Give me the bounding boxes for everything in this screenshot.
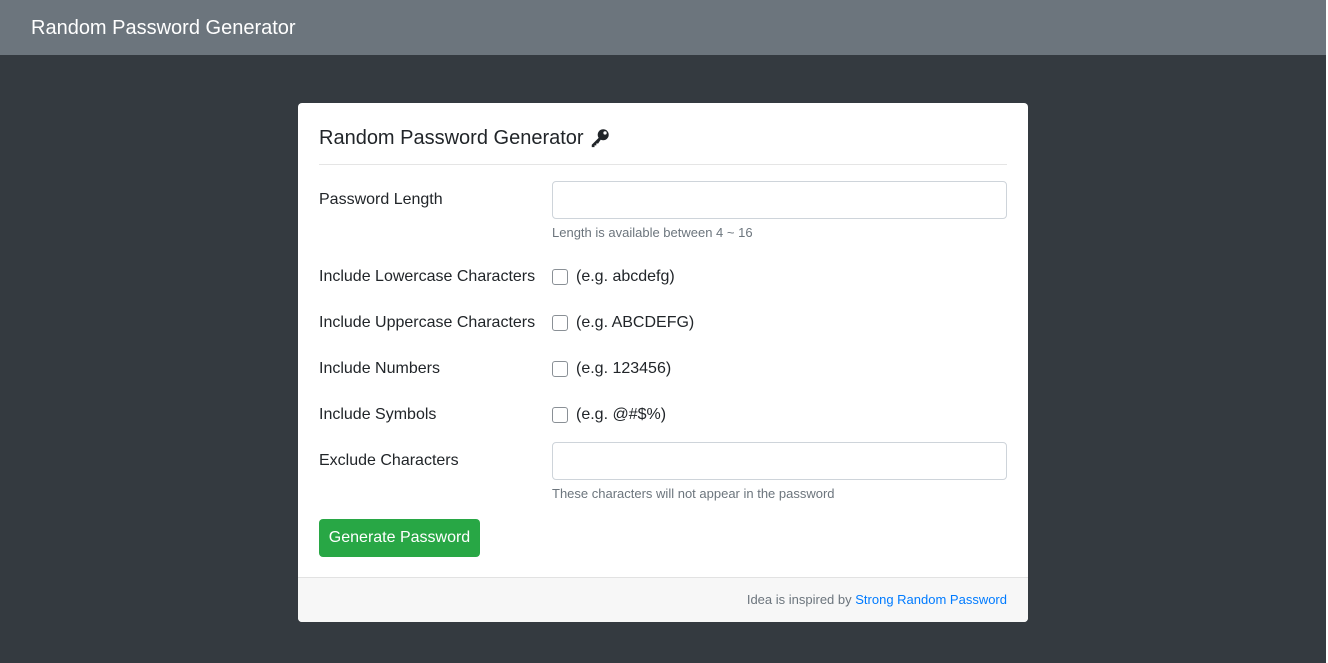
uppercase-checkbox[interactable] bbox=[552, 315, 568, 331]
password-length-help: Length is available between 4 ~ 16 bbox=[552, 225, 753, 240]
uppercase-label: Include Uppercase Characters bbox=[319, 314, 536, 331]
footer-text: Idea is inspired by Strong Random Passwo… bbox=[747, 592, 1007, 608]
numbers-label: Include Numbers bbox=[319, 360, 440, 377]
numbers-example[interactable]: (e.g. 123456) bbox=[576, 359, 671, 379]
uppercase-example[interactable]: (e.g. ABCDEFG) bbox=[576, 313, 694, 333]
symbols-example[interactable]: (e.g. @#$%) bbox=[576, 405, 666, 425]
navbar-brand[interactable]: Random Password Generator bbox=[31, 15, 296, 41]
key-icon bbox=[591, 129, 609, 148]
lowercase-label: Include Lowercase Characters bbox=[319, 268, 536, 285]
card-title-row: Random Password Generator bbox=[319, 125, 611, 151]
card-title: Random Password Generator bbox=[319, 127, 584, 149]
exclude-characters-help: These characters will not appear in the … bbox=[552, 486, 835, 501]
numbers-checkbox[interactable] bbox=[552, 361, 568, 377]
card-footer: Idea is inspired by Strong Random Passwo… bbox=[298, 577, 1028, 622]
symbols-checkbox[interactable] bbox=[552, 407, 568, 423]
password-length-input[interactable] bbox=[552, 181, 1007, 219]
lowercase-example[interactable]: (e.g. abcdefg) bbox=[576, 267, 675, 287]
exclude-characters-input[interactable] bbox=[552, 442, 1007, 480]
exclude-characters-label: Exclude Characters bbox=[319, 452, 459, 469]
symbols-label: Include Symbols bbox=[319, 406, 437, 423]
title-divider bbox=[319, 164, 1007, 165]
footer-prefix: Idea is inspired by bbox=[746, 592, 856, 607]
generate-password-button[interactable]: Generate Password bbox=[319, 519, 480, 557]
password-length-label: Password Length bbox=[319, 191, 443, 208]
strong-random-password-link[interactable]: Strong Random Password bbox=[855, 592, 1007, 607]
navbar: Random Password Generator bbox=[0, 0, 1326, 55]
generator-card: Random Password Generator Password Lengt… bbox=[298, 103, 1028, 622]
lowercase-checkbox[interactable] bbox=[552, 269, 568, 285]
